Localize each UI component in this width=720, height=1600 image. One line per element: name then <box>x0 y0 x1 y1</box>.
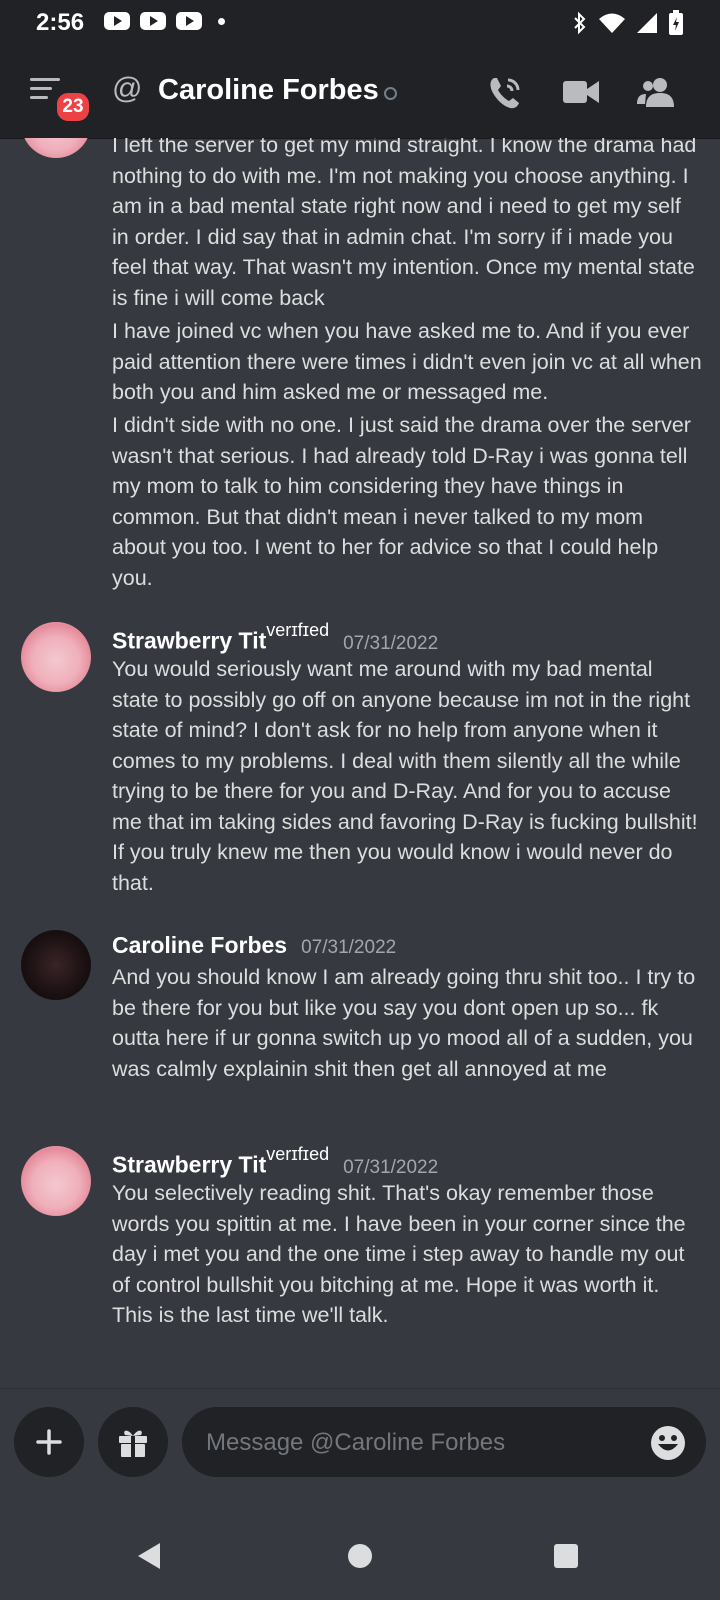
battery-icon <box>669 10 683 35</box>
message-author[interactable]: Caroline Forbes 07/31/2022 <box>112 932 396 959</box>
back-icon[interactable] <box>136 1542 162 1570</box>
status-bar: 2:56 <box>0 0 720 44</box>
message-list[interactable]: I left the server to get my mind straigh… <box>0 138 720 1388</box>
message-text: I left the server to get my mind straigh… <box>112 138 697 310</box>
emoji-icon[interactable] <box>650 1425 686 1461</box>
plus-icon <box>36 1429 62 1455</box>
message-input-placeholder: Message @Caroline Forbes <box>206 1429 506 1456</box>
page-title: Caroline Forbes <box>158 74 379 106</box>
author-name[interactable]: Strawberry Tit <box>112 1152 266 1178</box>
youtube-icon <box>176 12 202 30</box>
signal-icon <box>637 13 657 33</box>
message-text: I have joined vc when you have asked me … <box>112 319 702 404</box>
message-input[interactable]: Message @Caroline Forbes <box>182 1407 706 1477</box>
youtube-icon <box>104 12 130 30</box>
system-nav-bar <box>0 1512 720 1600</box>
gift-icon <box>119 1430 147 1457</box>
offline-status-icon <box>384 87 397 100</box>
at-icon: @ <box>112 72 143 105</box>
avatar[interactable] <box>21 622 91 692</box>
author-suffix: verɪfɪed <box>266 1144 330 1164</box>
message-text: You would seriously want me around with … <box>112 657 698 895</box>
message-text: I didn't side with no one. I just said t… <box>112 413 691 590</box>
add-attachment-button[interactable] <box>14 1407 84 1477</box>
youtube-icon <box>140 12 166 30</box>
message-text: You selectively reading shit. That's oka… <box>112 1181 686 1327</box>
video-call-icon[interactable] <box>562 78 600 106</box>
recents-icon[interactable] <box>553 1543 579 1569</box>
message-author[interactable]: Strawberry Titverɪfɪed 07/31/2022 <box>112 620 439 655</box>
message-author[interactable]: Strawberry Titverɪfɪed 07/31/2022 <box>112 1144 439 1179</box>
status-time: 2:56 <box>36 9 85 36</box>
unread-badge: 23 <box>54 90 92 124</box>
avatar[interactable] <box>21 138 91 158</box>
members-icon[interactable] <box>636 76 676 108</box>
voice-call-icon[interactable] <box>486 74 524 112</box>
system-icons <box>572 10 684 36</box>
notification-icons <box>104 12 225 30</box>
message-timestamp: 07/31/2022 <box>343 1156 439 1178</box>
chat-header: 23 @ Caroline Forbes <box>0 44 720 139</box>
author-name[interactable]: Strawberry Tit <box>112 628 266 654</box>
wifi-icon <box>599 13 625 33</box>
message-text: And you should know I am already going t… <box>112 965 696 1081</box>
bluetooth-icon <box>574 11 586 35</box>
gift-button[interactable] <box>98 1407 168 1477</box>
message-timestamp: 07/31/2022 <box>301 937 397 958</box>
home-icon[interactable] <box>347 1543 373 1569</box>
message-composer: Message @Caroline Forbes <box>0 1388 720 1513</box>
author-suffix: verɪfɪed <box>266 620 330 640</box>
avatar[interactable] <box>21 930 91 1000</box>
author-name[interactable]: Caroline Forbes <box>112 932 287 958</box>
notification-dot-icon <box>218 17 225 25</box>
message-timestamp: 07/31/2022 <box>343 632 439 654</box>
avatar[interactable] <box>21 1146 91 1216</box>
